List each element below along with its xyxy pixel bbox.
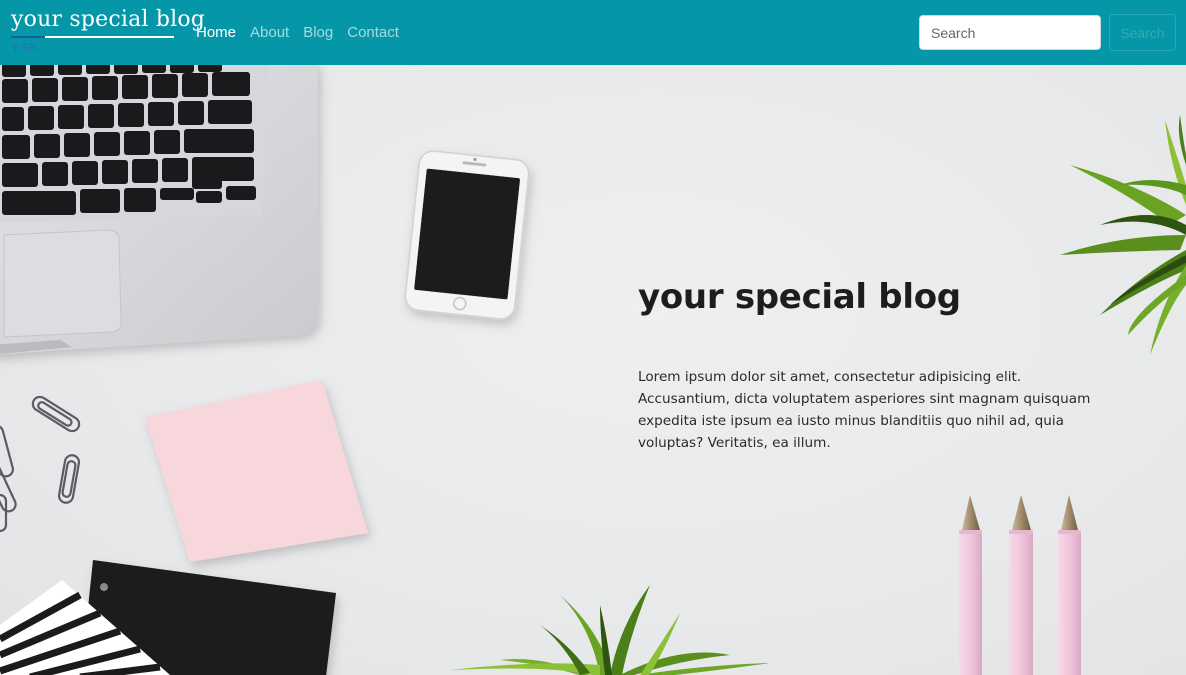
brand-title[interactable]: your special blog <box>11 7 205 32</box>
phone-illustration <box>404 150 530 320</box>
hero-title: your special blog <box>638 277 961 317</box>
nav-blog-link[interactable]: Blog <box>303 24 333 41</box>
hero-section: your special blog Lorem ipsum dolor sit … <box>0 65 1186 675</box>
hero-description: Lorem ipsum dolor sit amet, consectetur … <box>638 369 1091 451</box>
sticky-note-illustration <box>145 380 368 562</box>
pencils-illustration <box>959 495 1081 675</box>
navbar: your special blog YSB Home About Blog Co… <box>0 0 1186 65</box>
laptop-keys <box>2 65 256 215</box>
nav-about-link[interactable]: About <box>250 24 289 41</box>
plant-bottom-illustration <box>450 585 770 675</box>
nav-links: Home About Blog Contact <box>196 24 413 41</box>
paperclips-illustration <box>0 395 81 533</box>
brand-subtitle: YSB <box>11 40 38 55</box>
brand-underline-accent <box>11 36 45 38</box>
search-input[interactable] <box>919 15 1101 50</box>
nav-contact-link[interactable]: Contact <box>347 24 399 41</box>
nav-home-link[interactable]: Home <box>196 24 236 41</box>
plant-top-right-illustration <box>1060 115 1186 355</box>
search-button[interactable]: Search <box>1109 14 1176 51</box>
